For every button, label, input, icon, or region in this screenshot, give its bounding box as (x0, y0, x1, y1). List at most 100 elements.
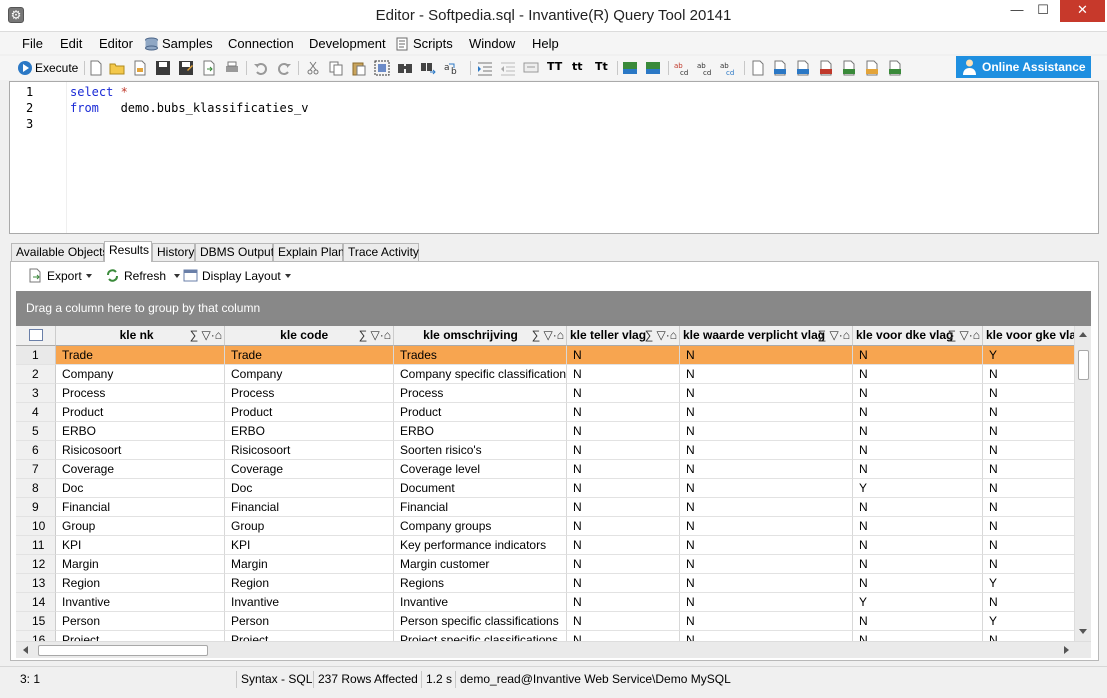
table-cell[interactable]: Y (853, 593, 983, 612)
table-cell[interactable]: Margin (56, 555, 225, 574)
horizontal-scrollbar[interactable] (16, 641, 1091, 658)
refresh-button[interactable]: Refresh (105, 267, 166, 287)
open-file-icon[interactable] (132, 60, 148, 76)
table-cell[interactable]: Coverage level (394, 460, 567, 479)
menu-help[interactable]: Help (532, 36, 559, 52)
online-assistance-button[interactable]: Online Assistance (956, 56, 1091, 78)
table-cell[interactable]: N (853, 574, 983, 593)
table-cell[interactable]: Financial (56, 498, 225, 517)
table-cell[interactable]: N (680, 498, 853, 517)
close-button[interactable]: ✕ (1060, 0, 1105, 22)
new-file-icon[interactable] (88, 60, 104, 76)
row-number[interactable]: 11 (16, 536, 56, 555)
row-number[interactable]: 12 (16, 555, 56, 574)
table-cell[interactable]: N (680, 460, 853, 479)
table-row[interactable]: 1 Trade Trade Trades N N N Y (16, 346, 1091, 365)
export-text-icon[interactable] (750, 60, 766, 76)
row-number[interactable]: 9 (16, 498, 56, 517)
table-cell[interactable]: Trade (225, 346, 394, 365)
table-cell[interactable]: Margin (225, 555, 394, 574)
table-cell[interactable]: N (853, 403, 983, 422)
row-number[interactable]: 4 (16, 403, 56, 422)
table-cell[interactable]: N (853, 460, 983, 479)
table-cell[interactable]: Company (56, 365, 225, 384)
find-next-icon[interactable] (420, 60, 436, 76)
table-cell[interactable]: N (853, 346, 983, 365)
table-cell[interactable]: N (680, 536, 853, 555)
table-cell[interactable]: N (853, 498, 983, 517)
table-cell[interactable]: Invantive (56, 593, 225, 612)
table-cell[interactable]: N (853, 536, 983, 555)
table-row[interactable]: 3 Process Process Process N N N N (16, 384, 1091, 403)
table-cell[interactable]: N (853, 384, 983, 403)
print-icon[interactable] (224, 60, 240, 76)
export-sql-icon[interactable] (772, 60, 788, 76)
table-cell[interactable]: Trades (394, 346, 567, 365)
table-cell[interactable]: N (567, 593, 680, 612)
table-row[interactable]: 12 Margin Margin Margin customer N N N N (16, 555, 1091, 574)
replace-icon[interactable]: ab (443, 60, 459, 76)
table-cell[interactable]: Person specific classifications (394, 612, 567, 631)
row-number[interactable]: 16 (16, 631, 56, 641)
save-as-icon[interactable] (178, 60, 194, 76)
table-row[interactable]: 6 Risicosoort Risicosoort Soorten risico's N… (16, 441, 1091, 460)
menu-file[interactable]: File (22, 36, 43, 52)
table-cell[interactable]: Doc (225, 479, 394, 498)
table-cell[interactable]: Regions (394, 574, 567, 593)
table-cell[interactable]: Company (225, 365, 394, 384)
table-cell[interactable]: Person (225, 612, 394, 631)
outdent-icon[interactable] (500, 60, 516, 76)
menu-scripts[interactable]: Scripts (395, 36, 453, 52)
table-cell[interactable]: Product (225, 403, 394, 422)
table-cell[interactable]: N (680, 346, 853, 365)
table-cell[interactable]: Project (56, 631, 225, 641)
table-cell[interactable]: Risicosoort (56, 441, 225, 460)
maximize-button[interactable]: ☐ (1030, 0, 1056, 22)
table-cell[interactable]: N (567, 479, 680, 498)
table-row[interactable]: 10 Group Group Company groups N N N N (16, 517, 1091, 536)
export-file-icon[interactable] (201, 60, 217, 76)
column-header[interactable]: kle code ∑ ▽·⌂ (225, 326, 394, 346)
table-row[interactable]: 11 KPI KPI Key performance indicators N N N N (16, 536, 1091, 555)
vertical-scroll-thumb[interactable] (1078, 350, 1089, 380)
comment-icon[interactable] (523, 60, 539, 76)
sql-format-icon[interactable] (622, 60, 638, 76)
table-cell[interactable]: KPI (56, 536, 225, 555)
save-icon[interactable] (155, 60, 171, 76)
table-cell[interactable]: N (567, 498, 680, 517)
table-cell[interactable]: Process (225, 384, 394, 403)
table-cell[interactable]: N (680, 384, 853, 403)
table-cell[interactable]: Key performance indicators (394, 536, 567, 555)
table-cell[interactable]: Region (56, 574, 225, 593)
row-number[interactable]: 7 (16, 460, 56, 479)
table-cell[interactable]: Region (225, 574, 394, 593)
table-cell[interactable]: Financial (225, 498, 394, 517)
table-cell[interactable]: Product (56, 403, 225, 422)
table-cell[interactable]: Coverage (56, 460, 225, 479)
table-row[interactable]: 5 ERBO ERBO ERBO N N N N (16, 422, 1091, 441)
menu-window[interactable]: Window (469, 36, 515, 52)
menu-samples[interactable]: Samples (144, 36, 213, 52)
open-folder-icon[interactable] (109, 60, 125, 76)
table-cell[interactable]: Process (56, 384, 225, 403)
table-cell[interactable]: N (680, 631, 853, 641)
row-number[interactable]: 2 (16, 365, 56, 384)
table-cell[interactable]: Invantive (394, 593, 567, 612)
table-cell[interactable]: N (853, 365, 983, 384)
row-number[interactable]: 3 (16, 384, 56, 403)
column-filter-icon[interactable]: ∑ ▽·⌂ (190, 326, 222, 345)
row-number[interactable]: 8 (16, 479, 56, 498)
table-cell[interactable]: N (680, 517, 853, 536)
table-row[interactable]: 8 Doc Doc Document N N Y N (16, 479, 1091, 498)
titlecase-icon[interactable]: Tt (595, 60, 615, 76)
uppercase-icon[interactable]: TT (547, 60, 567, 76)
table-cell[interactable]: N (680, 555, 853, 574)
convert-icon-3[interactable]: abcd (720, 60, 736, 76)
scroll-down-icon[interactable] (1079, 629, 1087, 634)
table-cell[interactable]: N (567, 441, 680, 460)
table-cell[interactable]: N (853, 422, 983, 441)
column-filter-icon[interactable]: ∑ ▽·⌂ (948, 326, 980, 345)
table-cell[interactable]: N (680, 574, 853, 593)
group-by-panel[interactable]: Drag a column here to group by that colu… (16, 291, 1091, 326)
tab-dbms-output[interactable]: DBMS Output (195, 243, 274, 261)
